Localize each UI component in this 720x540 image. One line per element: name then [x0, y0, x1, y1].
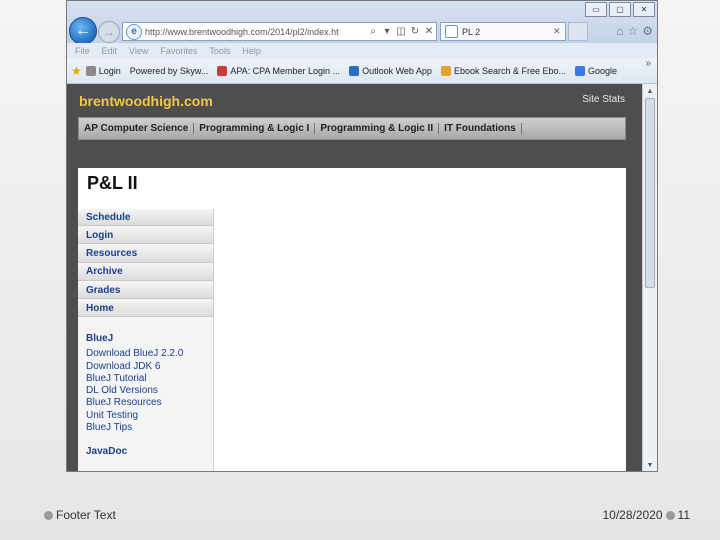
favorite-link-apa[interactable]: APA: CPA Member Login ...: [217, 65, 341, 76]
nav-programming-logic-1[interactable]: Programming & Logic I: [194, 123, 316, 134]
address-bar[interactable]: e http://www.brentwoodhigh.com/2014/pl2/…: [122, 22, 437, 41]
menu-view[interactable]: View: [129, 46, 148, 56]
scroll-up-icon[interactable]: ▲: [644, 85, 656, 98]
sidebar-link-bluej-resources[interactable]: BlueJ Resources: [86, 397, 213, 409]
forward-button[interactable]: →: [98, 21, 120, 43]
browser-tab-active[interactable]: PL 2 ✕: [440, 22, 566, 41]
stop-icon[interactable]: ✕: [422, 26, 436, 37]
sidebar-link-bluej-tips[interactable]: BlueJ Tips: [86, 422, 213, 434]
scroll-down-icon[interactable]: ▼: [644, 459, 656, 471]
page-viewport: brentwoodhigh.com Site Stats AP Computer…: [67, 84, 643, 471]
sidebar-item-home[interactable]: Home: [78, 300, 213, 318]
maximize-button[interactable]: ▢: [609, 2, 631, 17]
nav-programming-logic-2[interactable]: Programming & Logic II: [315, 123, 440, 134]
page-title: P&L II: [87, 173, 138, 193]
favorite-label: Outlook Web App: [362, 65, 432, 76]
close-button[interactable]: ✕: [633, 2, 655, 17]
new-tab-button[interactable]: [568, 22, 588, 41]
tab-close-icon[interactable]: ✕: [553, 26, 565, 37]
nav-ap-computer-science[interactable]: AP Computer Science: [79, 123, 195, 134]
compat-view-icon[interactable]: ◫: [394, 26, 408, 37]
page-content: P&L II Schedule Login Resources Archive …: [78, 168, 626, 471]
favorite-label: Login: [98, 65, 121, 76]
site-nav-bar: AP Computer Science Programming & Logic …: [78, 117, 626, 140]
toolbar-icons: ⌂ ☆ ⚙: [616, 24, 653, 38]
ie-page-icon: e: [126, 23, 142, 40]
favorite-label: Ebook Search & Free Ebo...: [453, 65, 567, 76]
site-logo[interactable]: brentwoodhigh.com: [79, 93, 213, 109]
favorites-star-icon[interactable]: ★: [71, 64, 82, 78]
favorites-bar: ★ Login Powered by Skyw... APA: CPA Memb…: [67, 58, 657, 84]
dropdown-icon[interactable]: ▾: [380, 26, 394, 37]
sidebar-link-old-versions[interactable]: DL Old Versions: [86, 385, 213, 397]
sidebar: Schedule Login Resources Archive Grades …: [78, 209, 214, 471]
site-stats-link[interactable]: Site Stats: [582, 94, 625, 105]
sidebar-link-bluej-tutorial[interactable]: BlueJ Tutorial: [86, 373, 213, 385]
menu-help[interactable]: Help: [242, 46, 261, 56]
favorite-link-outlook[interactable]: Outlook Web App: [349, 65, 432, 76]
favorites-star-icon[interactable]: ☆: [627, 24, 638, 38]
google-icon: [575, 65, 586, 76]
footer-date: 10/28/2020: [602, 508, 663, 522]
refresh-icon[interactable]: ↻: [408, 26, 422, 37]
favorite-link-ebook[interactable]: Ebook Search & Free Ebo...: [440, 65, 567, 76]
menu-favorites[interactable]: Favorites: [160, 46, 197, 56]
sidebar-link-unit-testing[interactable]: Unit Testing: [86, 410, 213, 422]
forward-arrow-icon: →: [103, 25, 115, 39]
minimize-button[interactable]: ▭: [585, 2, 607, 17]
sidebar-link-download-bluej[interactable]: Download BlueJ 2.2.0: [86, 348, 213, 360]
browser-titlebar: ← → e http://www.brentwoodhigh.com/2014/…: [67, 1, 657, 45]
scroll-thumb[interactable]: [645, 98, 655, 288]
back-button[interactable]: ←: [69, 17, 97, 45]
sidebar-link-download-jdk[interactable]: Download JDK 6: [86, 361, 213, 373]
sidebar-item-archive[interactable]: Archive: [78, 263, 213, 281]
apa-icon: [217, 65, 228, 76]
back-arrow-icon: ←: [75, 22, 91, 39]
slide-footer-left: Footer Text: [44, 508, 116, 522]
sidebar-heading-javadoc: JavaDoc: [86, 445, 128, 457]
sidebar-item-login[interactable]: Login: [78, 227, 213, 245]
search-icon[interactable]: ⌕: [366, 26, 380, 37]
footer-text: Footer Text: [56, 508, 116, 522]
outlook-icon: [349, 65, 360, 76]
sidebar-item-schedule[interactable]: Schedule: [78, 209, 213, 226]
vertical-scrollbar[interactable]: ▲ ▼: [642, 84, 657, 471]
tab-favicon-icon: [445, 25, 458, 38]
favorite-label: Google: [588, 65, 618, 76]
sidebar-heading-bluej: BlueJ: [86, 333, 114, 345]
menu-bar: File Edit View Favorites Tools Help: [67, 43, 657, 58]
slide-footer-right: 10/28/2020 11: [602, 508, 690, 522]
menu-tools[interactable]: Tools: [209, 46, 230, 56]
slide-number: 11: [677, 508, 690, 522]
sidebar-item-grades[interactable]: Grades: [78, 282, 213, 300]
chevron-right-icon[interactable]: »: [645, 58, 651, 69]
address-url[interactable]: http://www.brentwoodhigh.com/2014/pl2/in…: [145, 27, 366, 37]
gear-icon[interactable]: ⚙: [642, 24, 653, 38]
tab-title: PL 2: [462, 26, 481, 37]
bullet-dot-icon: [44, 510, 53, 520]
nav-it-foundations[interactable]: IT Foundations: [439, 123, 522, 134]
favorite-link-login[interactable]: Login: [85, 65, 121, 76]
menu-edit[interactable]: Edit: [102, 46, 118, 56]
favorite-label: Powered by Skyw...: [129, 65, 209, 76]
sidebar-item-resources[interactable]: Resources: [78, 245, 213, 263]
signal-icon: [85, 65, 96, 76]
book-icon: [440, 65, 451, 76]
favorite-label: APA: CPA Member Login ...: [230, 65, 341, 76]
bullet-dot-icon: [665, 510, 675, 520]
window-controls: ▭ ▢ ✕: [583, 2, 655, 17]
favorite-link-google[interactable]: Google: [575, 65, 618, 76]
browser-screenshot: ← → e http://www.brentwoodhigh.com/2014/…: [66, 0, 658, 472]
menu-file[interactable]: File: [75, 46, 90, 56]
favorite-link-skyward[interactable]: Powered by Skyw...: [130, 66, 209, 76]
home-icon[interactable]: ⌂: [616, 24, 623, 38]
